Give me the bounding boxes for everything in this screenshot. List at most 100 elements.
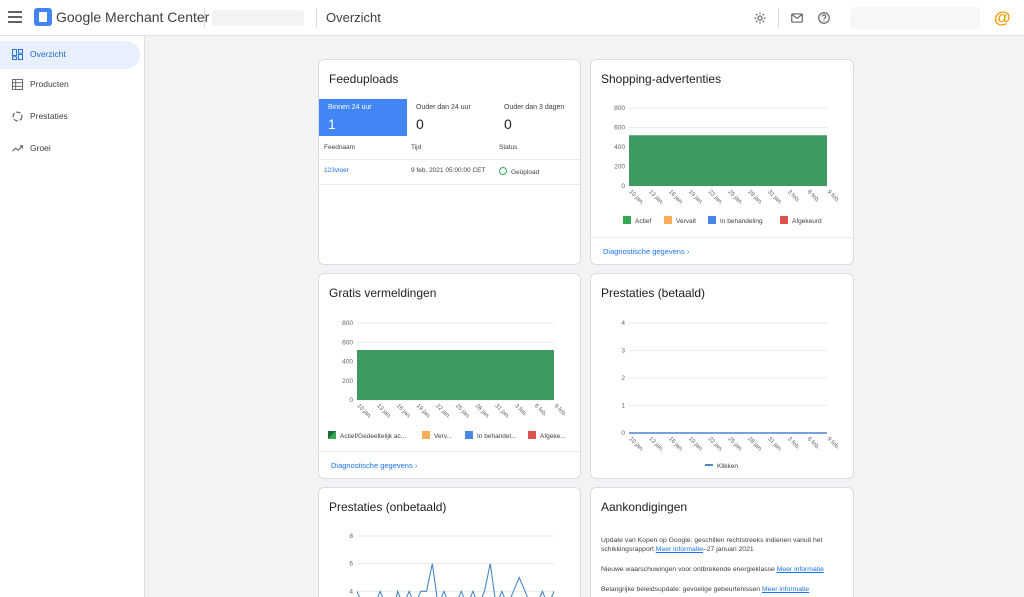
x-tick-label: 10 jan.	[356, 403, 373, 420]
brand-google: Google	[56, 9, 102, 25]
y-tick-label: 600	[614, 125, 625, 132]
legend-swatch	[465, 431, 473, 439]
legend-item: In behandeling	[708, 216, 763, 225]
legend-item: Afgeke...	[528, 431, 566, 440]
x-tick-label: 22 jan.	[707, 436, 724, 453]
announcement-text: Nieuwe waarschuwingen voor ontbrekende e…	[601, 566, 775, 573]
tab-count: 0	[504, 116, 512, 132]
tab-label: Binnen 24 uur	[328, 104, 372, 111]
legend-label: Actief	[635, 218, 652, 225]
sidebar-item-overzicht[interactable]: Overzicht	[0, 41, 140, 69]
y-tick-label: 400	[614, 144, 625, 151]
dashboard-icon	[12, 49, 23, 60]
help-icon[interactable]	[817, 11, 831, 25]
legend-label: Afgekeurd	[792, 218, 822, 225]
y-tick-label: 4	[621, 320, 625, 327]
x-tick-label: 6 feb.	[806, 189, 821, 204]
x-tick-label: 16 jan.	[395, 403, 412, 420]
y-tick-label: 0	[349, 397, 353, 404]
diagnostics-link[interactable]: Diagnostische gegevens ›	[331, 461, 417, 470]
legend-label: Klikken	[717, 463, 738, 470]
feed-name-link[interactable]: 123vloer	[324, 167, 349, 174]
y-tick-label: 3	[621, 348, 625, 355]
store-info	[850, 7, 980, 29]
y-tick-label: 4	[349, 588, 353, 595]
legend-swatch	[780, 216, 788, 224]
legend-item: Afgekeurd	[780, 216, 822, 225]
feeduploads-card: Feeduploads Binnen 24 uur 1 Ouder dan 24…	[318, 59, 581, 265]
learn-more-link[interactable]: Meer informatie	[777, 566, 824, 573]
sidebar-item-producten[interactable]: Producten	[0, 71, 140, 99]
y-tick-label: 200	[614, 164, 625, 171]
x-tick-label: 22 jan.	[707, 189, 724, 206]
x-tick-label: 10 jan.	[628, 189, 645, 206]
x-tick-label: 19 jan.	[687, 436, 704, 453]
legend-label: Vervalt	[676, 218, 696, 225]
x-tick-label: 28 jan.	[474, 403, 491, 420]
app-brand: Google Merchant Center	[56, 9, 209, 25]
legend-item: In behandel...	[465, 431, 516, 440]
divider	[319, 159, 580, 160]
free-listings-chart: 0 200 400 600 800 10 jan. 13 jan. 16 jan. 19 jan…	[342, 320, 568, 420]
sidebar-item-groei[interactable]: Groei	[0, 135, 140, 163]
x-tick-label: 16 jan.	[667, 189, 684, 206]
divider	[319, 451, 580, 452]
legend-swatch	[664, 216, 672, 224]
x-tick-label: 19 jan.	[687, 189, 704, 206]
tab-ouder-dan-24-uur[interactable]: Ouder dan 24 uur 0	[407, 99, 495, 136]
card-title: Feeduploads	[329, 72, 399, 86]
y-tick-label: 8	[349, 533, 353, 540]
chart-legend: Klikken	[705, 463, 738, 470]
free-listings-card: Gratis vermeldingen 0 200 400 600 800 10 jan.…	[318, 273, 581, 479]
x-tick-label: 25 jan.	[454, 403, 471, 420]
x-tick-label: 9 feb.	[553, 403, 568, 418]
account-avatar[interactable]: @	[994, 8, 1011, 28]
x-tick-label: 13 jan.	[647, 436, 664, 453]
tab-ouder-dan-3-dagen[interactable]: Ouder dan 3 dagen 0	[495, 99, 580, 136]
diagnostics-link[interactable]: Diagnostische gegevens ›	[603, 247, 689, 256]
x-tick-label: 9 feb.	[826, 436, 841, 451]
divider	[591, 237, 853, 238]
trending-up-icon	[12, 145, 23, 152]
learn-more-link[interactable]: Meer informatie	[656, 546, 703, 553]
x-tick-label: 19 jan.	[415, 403, 432, 420]
column-header-tijd: Tijd	[411, 144, 422, 151]
legend-swatch	[422, 431, 430, 439]
legend-swatch	[528, 431, 536, 439]
legend-label: Verv...	[434, 433, 452, 440]
announcement-item: Belangrijke beleidsupdate: gevoelige geb…	[601, 585, 851, 594]
shopping-ads-chart: 0 200 400 600 800 10 jan. 13 jan. 16 jan. 19 jan…	[614, 105, 841, 206]
check-circle-icon	[499, 167, 507, 175]
account-selector[interactable]	[212, 10, 304, 26]
brand-product: Merchant Center	[105, 9, 210, 25]
sidebar-item-prestaties[interactable]: Prestaties	[0, 103, 140, 131]
announcement-item: Update van Kopen op Google: geschillen r…	[601, 536, 851, 554]
hamburger-icon[interactable]	[8, 11, 22, 23]
x-tick-label: 16 jan.	[667, 436, 684, 453]
legend-label: Afgeke...	[540, 433, 566, 440]
sidebar-item-label: Overzicht	[30, 49, 66, 59]
announcement-text: Belangrijke beleidsupdate: gevoelige geb…	[601, 586, 761, 593]
legend-item: Vervalt	[664, 216, 696, 225]
x-tick-label: 31 jan.	[766, 436, 783, 453]
progress-icon	[12, 111, 23, 122]
y-tick-label: 600	[342, 339, 353, 346]
y-tick-label: 200	[342, 378, 353, 385]
chart-legend: Actief Vervalt In behandeling Afgekeurd	[623, 216, 853, 226]
y-tick-label: 6	[349, 561, 353, 568]
paid-performance-card: Prestaties (betaald) 0 1 2 3 4 10 jan. 13 jan.…	[590, 273, 854, 479]
list-icon	[12, 79, 23, 90]
divider	[316, 8, 317, 28]
column-header-feednaam: Feednaam	[324, 144, 356, 151]
tab-label: Ouder dan 3 dagen	[504, 104, 565, 111]
tab-binnen-24-uur[interactable]: Binnen 24 uur 1	[319, 99, 407, 136]
feed-time: 9 feb. 2021 05:00:00 CET	[411, 167, 486, 174]
merchant-center-logo	[34, 8, 52, 26]
feed-status-label: Geüpload	[511, 169, 540, 176]
gear-icon[interactable]	[753, 11, 767, 25]
mail-icon[interactable]	[790, 11, 804, 25]
y-tick-label: 2	[621, 375, 625, 382]
announcements-card: Aankondigingen Update van Kopen op Googl…	[590, 487, 854, 597]
learn-more-link[interactable]: Meer informatie	[762, 586, 809, 593]
legend-label: In behandel...	[477, 433, 517, 440]
